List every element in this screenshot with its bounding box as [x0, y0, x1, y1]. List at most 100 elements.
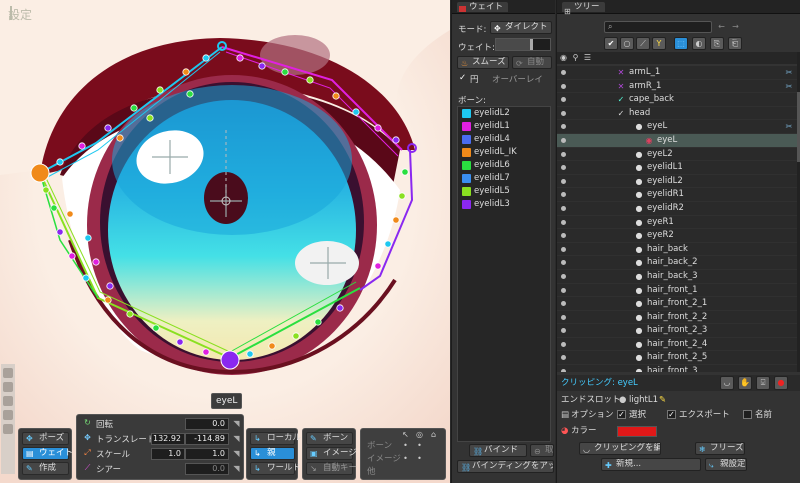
mesh-vertex[interactable]	[258, 62, 266, 70]
visibility-dot-icon[interactable]	[561, 341, 566, 347]
skin-filter-icon[interactable]: ⬚	[674, 37, 688, 50]
visibility-dot-icon[interactable]	[561, 314, 566, 320]
mesh-vertex[interactable]	[152, 324, 160, 332]
mesh-vertex[interactable]	[182, 68, 190, 76]
mesh-vertex[interactable]	[82, 274, 90, 282]
visibility-dot-icon[interactable]	[561, 110, 566, 116]
rotate-field[interactable]: 0.0	[185, 418, 229, 430]
forward-arrow-icon[interactable]: →	[731, 22, 740, 31]
color-swatch[interactable]	[617, 426, 657, 437]
tree-row[interactable]: ● hair_front_2_3	[557, 324, 797, 338]
zoom-slider[interactable]	[1, 364, 15, 474]
mesh-vertex[interactable]	[292, 332, 300, 340]
mesh-vertex[interactable]	[236, 54, 244, 62]
tree-row[interactable]: ● eyeR1	[557, 216, 797, 230]
visibility-column-icon[interactable]: ◉	[559, 53, 568, 62]
tree-row[interactable]: ● hair_front_2_5	[557, 351, 797, 366]
translate-x-field[interactable]: 132.92	[151, 433, 185, 445]
clipping-toggle-icon[interactable]: ◡	[720, 376, 734, 390]
weight-bone-item[interactable]: eyelidL4	[458, 133, 550, 146]
tree-row[interactable]: ◉ eyeL	[557, 133, 797, 148]
tree-row[interactable]: ✕ armR_1 ✂	[557, 80, 797, 94]
visibility-dot-icon[interactable]	[561, 192, 566, 198]
overlay-label[interactable]: オーバーレイ	[492, 73, 543, 85]
mesh-vertex[interactable]	[332, 92, 340, 100]
mesh-vertex[interactable]	[78, 142, 86, 150]
visibility-dot-icon[interactable]	[561, 219, 566, 225]
visibility-dot-icon[interactable]	[561, 137, 566, 143]
scale-x-field[interactable]: 1.0	[151, 448, 185, 460]
tag-icon[interactable]: ⌂	[429, 430, 438, 439]
tree-row[interactable]: ● eyelidR2	[557, 202, 797, 216]
tree-search-input[interactable]: ⌕	[604, 21, 712, 33]
world-axis-button[interactable]: ↳ ワールド	[250, 462, 301, 475]
key-icon[interactable]: ◥	[232, 419, 241, 428]
visibility-dot-icon[interactable]	[561, 70, 566, 75]
circle-check-icon[interactable]: ✓	[459, 73, 466, 83]
visibility-dot-icon[interactable]	[561, 355, 566, 361]
visibility-dot-icon[interactable]	[561, 83, 566, 89]
name-checkbox[interactable]	[743, 410, 752, 419]
weight-bone-item[interactable]: eyelidL_IK	[458, 146, 550, 159]
mesh-vertex[interactable]	[392, 136, 400, 144]
weight-bone-item[interactable]: eyelidL7	[458, 172, 550, 185]
mesh-vertex[interactable]	[352, 108, 360, 116]
mesh-vertex[interactable]	[398, 192, 406, 200]
mesh-vertex[interactable]	[130, 104, 138, 112]
tree-row[interactable]: ✓ head	[557, 107, 797, 121]
visibility-dot-icon[interactable]	[561, 328, 566, 334]
tree-row[interactable]: ● eyeR2	[557, 229, 797, 243]
mode-dropdown[interactable]: ✥ ダイレクト	[490, 21, 552, 34]
mesh-vertex[interactable]	[374, 262, 382, 270]
pencil-icon[interactable]: ✎	[659, 393, 666, 407]
key-icon[interactable]: ◥	[232, 434, 241, 443]
key-icon[interactable]: ◥	[232, 449, 241, 458]
visibility-dot-icon[interactable]	[561, 301, 566, 307]
mesh-vertex[interactable]	[401, 168, 409, 176]
visibility-dot-icon[interactable]	[561, 369, 566, 372]
mesh-vertex[interactable]	[116, 134, 124, 142]
edit-clipping-button[interactable]: ◡ クリッピングを編集	[579, 442, 661, 455]
bones-toggle[interactable]: ✎ ボーン	[306, 432, 353, 445]
local-axis-button[interactable]: ↳ ローカル	[250, 432, 301, 445]
mesh-vertex[interactable]	[246, 350, 254, 358]
mesh-vertex[interactable]	[186, 90, 194, 98]
mesh-vertex[interactable]	[56, 228, 64, 236]
weight-mode-button[interactable]: ▤ ウェイト	[22, 447, 73, 460]
mesh-vertex[interactable]	[68, 252, 76, 260]
mesh-vertex[interactable]	[104, 124, 112, 132]
clipping-edit-icon[interactable]: ⍌	[756, 376, 770, 390]
visibility-dot-icon[interactable]	[561, 246, 566, 252]
shear-field[interactable]: 0.0	[185, 463, 229, 475]
tree-row[interactable]: ● eyeL ✂	[557, 120, 797, 134]
mesh-vertex[interactable]	[42, 186, 50, 194]
mesh-vertex[interactable]	[384, 240, 392, 248]
clipping-bone-icon[interactable]: ✋	[738, 376, 752, 390]
back-arrow-icon[interactable]: ←	[717, 22, 726, 31]
remove-button[interactable]: ⊖ 取り	[530, 444, 554, 457]
tree-row[interactable]: ● hair_front_3	[557, 365, 797, 372]
mesh-vertex[interactable]	[176, 338, 184, 346]
bind-button[interactable]: ⛓ バインド	[469, 444, 527, 457]
tree-row[interactable]: ● eyelidL2	[557, 175, 797, 189]
mesh-vertex[interactable]	[374, 124, 382, 132]
weight-bone-item[interactable]: eyelidL5	[458, 185, 550, 198]
visibility-dot-icon[interactable]	[561, 151, 566, 157]
freeze-button[interactable]: ❄ フリーズ	[695, 442, 745, 455]
tree-row[interactable]: ● hair_front_2_4	[557, 338, 797, 352]
mesh-vertex[interactable]	[314, 318, 322, 326]
new-button[interactable]: ✚ 新規...	[601, 458, 701, 471]
visibility-dot-icon[interactable]	[561, 97, 566, 103]
mesh-vertex[interactable]	[56, 158, 64, 166]
translate-y-field[interactable]: -114.89	[185, 433, 229, 445]
dot-icon[interactable]: •	[401, 454, 410, 463]
smooth-button[interactable]: ♨ スムーズ	[457, 56, 509, 69]
mesh-vertex[interactable]	[202, 54, 210, 62]
tree-row[interactable]: ● hair_front_1	[557, 284, 797, 298]
constraint-filter-icon[interactable]: Y	[652, 37, 666, 50]
mesh-vertex[interactable]	[392, 216, 400, 224]
record-icon[interactable]: ●	[774, 376, 788, 390]
tree-row[interactable]: ● eyelidR1	[557, 188, 797, 202]
tree-row[interactable]: ✓ cape_back	[557, 93, 797, 107]
tree-row[interactable]: ✕ armL_1 ✂	[557, 66, 797, 80]
